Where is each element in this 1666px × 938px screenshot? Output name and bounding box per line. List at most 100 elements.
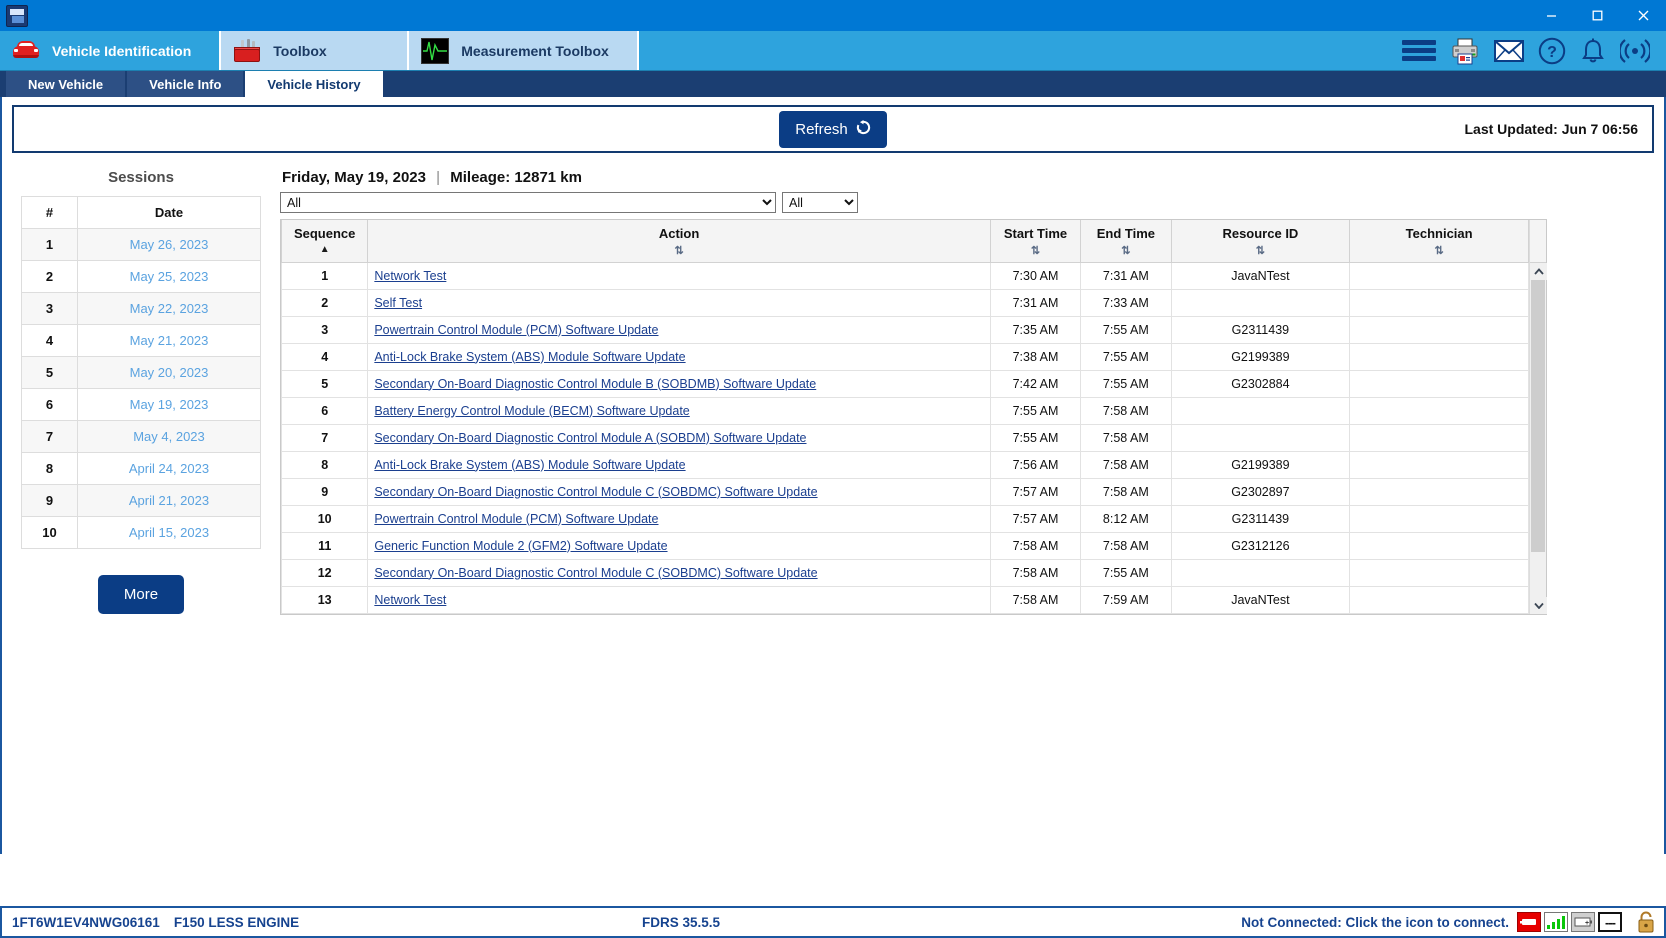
table-row[interactable]: 8Anti-Lock Brake System (ABS) Module Sof… <box>282 451 1529 478</box>
session-row[interactable]: 1May 26, 2023 <box>22 229 261 261</box>
action-link[interactable]: Battery Energy Control Module (BECM) Sof… <box>374 404 689 418</box>
cell-action[interactable]: Network Test <box>368 586 990 613</box>
session-date-link[interactable]: May 20, 2023 <box>130 365 209 380</box>
table-row[interactable]: 6Battery Energy Control Module (BECM) So… <box>282 397 1529 424</box>
table-row[interactable]: 10Powertrain Control Module (PCM) Softwa… <box>282 505 1529 532</box>
session-date-cell[interactable]: May 20, 2023 <box>78 357 261 389</box>
action-link[interactable]: Anti-Lock Brake System (ABS) Module Soft… <box>374 350 685 364</box>
tab-new-vehicle[interactable]: New Vehicle <box>6 71 127 97</box>
refresh-button[interactable]: Refresh <box>779 111 887 148</box>
table-row[interactable]: 7Secondary On-Board Diagnostic Control M… <box>282 424 1529 451</box>
close-button[interactable] <box>1620 0 1666 31</box>
session-row[interactable]: 4May 21, 2023 <box>22 325 261 357</box>
action-link[interactable]: Generic Function Module 2 (GFM2) Softwar… <box>374 539 667 553</box>
action-link[interactable]: Secondary On-Board Diagnostic Control Mo… <box>374 431 806 445</box>
sort-icon[interactable]: ⇅ <box>1176 244 1346 257</box>
cell-action[interactable]: Self Test <box>368 289 990 316</box>
session-row[interactable]: 8April 24, 2023 <box>22 453 261 485</box>
scroll-up-arrow-icon[interactable] <box>1530 263 1547 280</box>
session-date-cell[interactable]: May 26, 2023 <box>78 229 261 261</box>
session-date-link[interactable]: May 25, 2023 <box>130 269 209 284</box>
scrollbar-thumb[interactable] <box>1531 280 1545 552</box>
session-date-link[interactable]: May 26, 2023 <box>130 237 209 252</box>
table-row[interactable]: 4Anti-Lock Brake System (ABS) Module Sof… <box>282 343 1529 370</box>
action-link[interactable]: Anti-Lock Brake System (ABS) Module Soft… <box>374 458 685 472</box>
action-link[interactable]: Network Test <box>374 269 446 283</box>
session-date-link[interactable]: April 15, 2023 <box>129 525 209 540</box>
notification-bell-icon[interactable] <box>1580 37 1606 65</box>
session-row[interactable]: 10April 15, 2023 <box>22 517 261 549</box>
broadcast-icon[interactable] <box>1620 38 1650 64</box>
action-link[interactable]: Self Test <box>374 296 422 310</box>
hamburger-menu-icon[interactable] <box>1402 37 1436 64</box>
dashes-icon[interactable]: --- <box>1598 912 1622 932</box>
session-date-link[interactable]: May 21, 2023 <box>130 333 209 348</box>
minimize-button[interactable] <box>1528 0 1574 31</box>
session-date-link[interactable]: April 24, 2023 <box>129 461 209 476</box>
cell-action[interactable]: Secondary On-Board Diagnostic Control Mo… <box>368 559 990 586</box>
filter-primary-select[interactable]: All <box>280 192 776 213</box>
table-row[interactable]: 9Secondary On-Board Diagnostic Control M… <box>282 478 1529 505</box>
sort-icon[interactable]: ⇅ <box>1354 244 1524 257</box>
action-link[interactable]: Powertrain Control Module (PCM) Software… <box>374 512 658 526</box>
session-date-cell[interactable]: May 19, 2023 <box>78 389 261 421</box>
cell-action[interactable]: Secondary On-Board Diagnostic Control Mo… <box>368 370 990 397</box>
sort-asc-icon[interactable]: ▲ <box>286 244 363 255</box>
action-link[interactable]: Powertrain Control Module (PCM) Software… <box>374 323 658 337</box>
session-date-link[interactable]: May 4, 2023 <box>133 429 205 444</box>
session-row[interactable]: 9April 21, 2023 <box>22 485 261 517</box>
table-row[interactable]: 11Generic Function Module 2 (GFM2) Softw… <box>282 532 1529 559</box>
filter-secondary-select[interactable]: All <box>782 192 858 213</box>
cell-action[interactable]: Secondary On-Board Diagnostic Control Mo… <box>368 424 990 451</box>
grid-col-end-time[interactable]: End Time⇅ <box>1081 220 1171 262</box>
sort-icon[interactable]: ⇅ <box>995 244 1076 257</box>
cell-action[interactable]: Generic Function Module 2 (GFM2) Softwar… <box>368 532 990 559</box>
help-icon[interactable]: ? <box>1538 37 1566 65</box>
table-row[interactable]: 2Self Test7:31 AM7:33 AM <box>282 289 1529 316</box>
cell-action[interactable]: Powertrain Control Module (PCM) Software… <box>368 505 990 532</box>
session-date-cell[interactable]: April 21, 2023 <box>78 485 261 517</box>
action-link[interactable]: Secondary On-Board Diagnostic Control Mo… <box>374 485 817 499</box>
grid-col-technician[interactable]: Technician⇅ <box>1350 220 1529 262</box>
table-row[interactable]: 1Network Test7:30 AM7:31 AMJavaNTest <box>282 262 1529 289</box>
sort-icon[interactable]: ⇅ <box>372 244 985 257</box>
grid-col-action[interactable]: Action⇅ <box>368 220 990 262</box>
vci-disconnected-icon[interactable] <box>1517 912 1541 932</box>
session-date-link[interactable]: May 22, 2023 <box>130 301 209 316</box>
session-row[interactable]: 2May 25, 2023 <box>22 261 261 293</box>
session-date-cell[interactable]: April 24, 2023 <box>78 453 261 485</box>
session-date-link[interactable]: April 21, 2023 <box>129 493 209 508</box>
action-link[interactable]: Secondary On-Board Diagnostic Control Mo… <box>374 377 816 391</box>
table-row[interactable]: 13Network Test7:58 AM7:59 AMJavaNTest <box>282 586 1529 613</box>
grid-col-sequence[interactable]: Sequence▲ <box>282 220 368 262</box>
cell-action[interactable]: Secondary On-Board Diagnostic Control Mo… <box>368 478 990 505</box>
battery-icon[interactable]: + <box>1571 912 1595 932</box>
cell-action[interactable]: Battery Energy Control Module (BECM) Sof… <box>368 397 990 424</box>
table-row[interactable]: 12Secondary On-Board Diagnostic Control … <box>282 559 1529 586</box>
maximize-button[interactable] <box>1574 0 1620 31</box>
sort-icon[interactable]: ⇅ <box>1085 244 1166 257</box>
tab-vehicle-info[interactable]: Vehicle Info <box>127 71 245 97</box>
tab-vehicle-history[interactable]: Vehicle History <box>245 71 384 97</box>
lock-icon[interactable] <box>1636 910 1656 934</box>
session-row[interactable]: 6May 19, 2023 <box>22 389 261 421</box>
table-row[interactable]: 3Powertrain Control Module (PCM) Softwar… <box>282 316 1529 343</box>
printer-icon[interactable] <box>1450 37 1480 65</box>
cell-action[interactable]: Powertrain Control Module (PCM) Software… <box>368 316 990 343</box>
action-link[interactable]: Network Test <box>374 593 446 607</box>
module-tab-measurement-toolbox[interactable]: Measurement Toolbox <box>409 31 639 70</box>
session-row[interactable]: 3May 22, 2023 <box>22 293 261 325</box>
cell-action[interactable]: Anti-Lock Brake System (ABS) Module Soft… <box>368 343 990 370</box>
mail-icon[interactable] <box>1494 40 1524 62</box>
signal-strength-icon[interactable] <box>1544 912 1568 932</box>
cell-action[interactable]: Anti-Lock Brake System (ABS) Module Soft… <box>368 451 990 478</box>
session-row[interactable]: 7May 4, 2023 <box>22 421 261 453</box>
scroll-down-arrow-icon[interactable] <box>1530 597 1547 614</box>
session-date-cell[interactable]: May 25, 2023 <box>78 261 261 293</box>
action-link[interactable]: Secondary On-Board Diagnostic Control Mo… <box>374 566 817 580</box>
session-date-cell[interactable]: May 22, 2023 <box>78 293 261 325</box>
cell-action[interactable]: Network Test <box>368 262 990 289</box>
session-date-cell[interactable]: May 4, 2023 <box>78 421 261 453</box>
module-tab-toolbox[interactable]: Toolbox <box>221 31 409 70</box>
table-row[interactable]: 5Secondary On-Board Diagnostic Control M… <box>282 370 1529 397</box>
